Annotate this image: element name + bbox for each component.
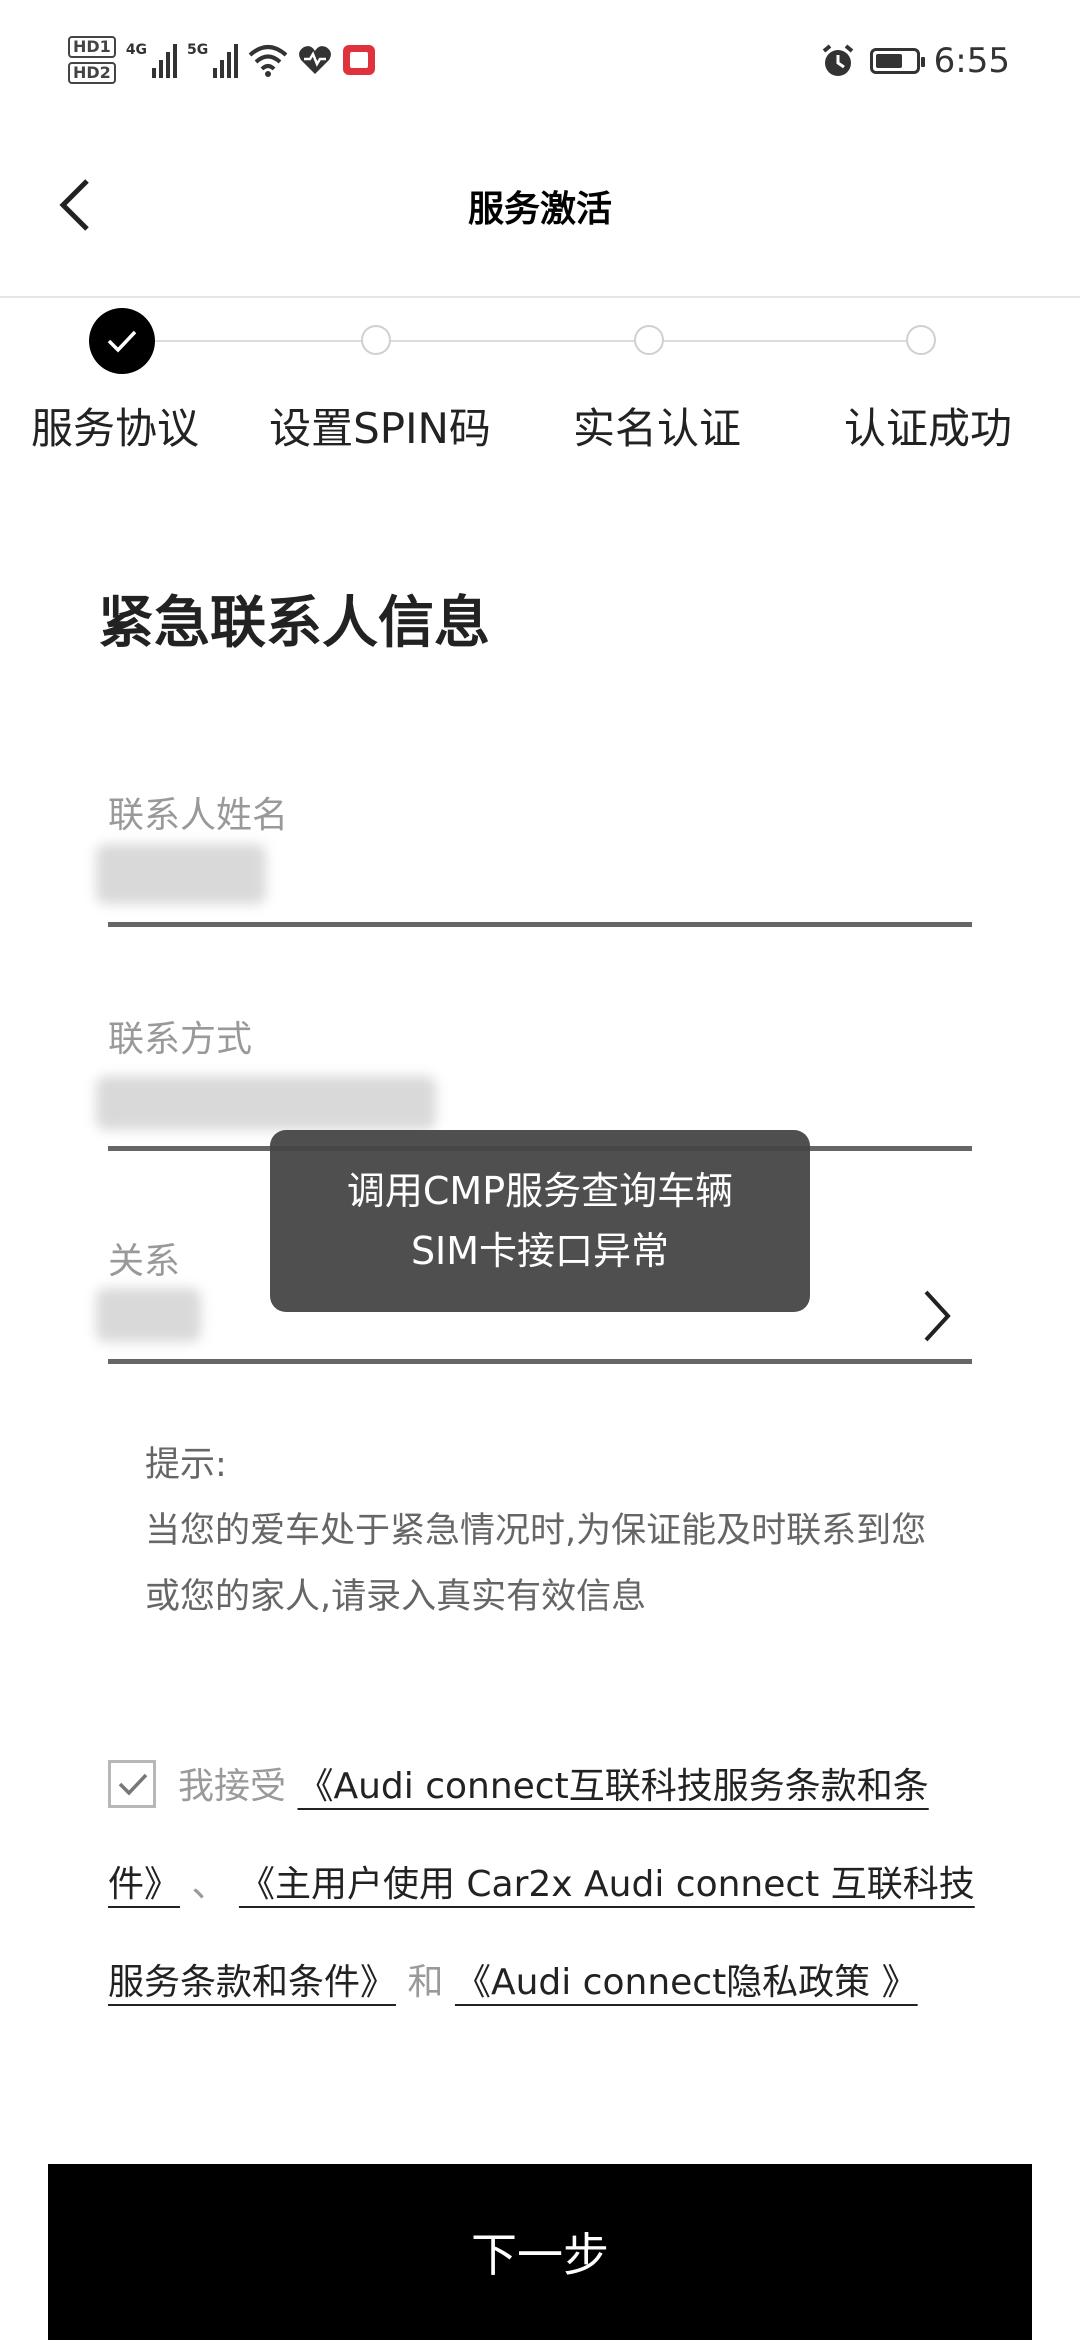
toast-line-2: SIM卡接口异常 [410,1229,670,1273]
step-label-2: 设置SPIN码 [269,404,491,453]
hd1-badge: HD1 [68,36,116,58]
contact-name-input[interactable] [96,830,266,922]
chevron-right-icon [924,1290,951,1342]
check-icon [107,330,137,353]
contact-name-underline [108,922,972,927]
battery-icon [869,48,925,74]
signal-2-icon: 5G [187,42,239,78]
tips-heading: 提示: [145,1445,227,1485]
status-time: 6:55 [933,41,1010,81]
section-title: 紧急联系人信息 [98,591,490,656]
page-title: 服务激活 [467,189,612,230]
status-left: HD1 HD2 4G 5G [68,30,376,90]
agree-checkbox[interactable] [108,1760,156,1808]
error-toast: 调用CMP服务查询车辆 SIM卡接口异常 [270,1130,810,1312]
step-label-1: 服务协议 [30,404,199,453]
step-1-done-indicator [89,308,155,374]
notification-icon [343,45,376,75]
wifi-icon [248,45,288,77]
redacted-value [96,844,266,904]
alarm-icon [822,44,853,76]
signal-1-icon: 4G [126,42,178,78]
contact-phone-label: 联系方式 [108,1019,253,1060]
hd-indicators: HD1 HD2 [68,36,116,84]
tips-body: 当您的爱车处于紧急情况时,为保证能及时联系到您或您的家人,请录入真实有效信息 [145,1511,927,1617]
check-icon [118,1773,148,1796]
step-label-3: 实名认证 [572,404,741,453]
status-bar: HD1 HD2 4G 5G 6:55 [0,0,1080,120]
next-step-button[interactable]: 下一步 [48,2164,1032,2340]
step-2-indicator [361,325,391,355]
step-label-4: 认证成功 [843,404,1012,453]
privacy-policy-link[interactable]: 《Audi connect隐私政策 》 [455,1962,918,2003]
nav-header: 服务激活 [0,120,1080,298]
accept-text: 我接受 [178,1766,287,1807]
redacted-value [96,1076,436,1130]
stepper-line [155,340,920,342]
step-4-indicator [906,325,936,355]
toast-line-1: 调用CMP服务查询车辆 [346,1169,734,1213]
heartbeat-icon [299,46,332,74]
agreement-block: 我接受 《Audi connect互联科技服务条款和条件》 、 《主用户使用 C… [108,1738,988,2032]
relationship-underline [108,1359,972,1364]
step-3-indicator [634,325,664,355]
redacted-value [96,1288,201,1342]
status-right: 6:55 [820,34,1010,88]
tips-block: 提示: 当您的爱车处于紧急情况时,为保证能及时联系到您或您的家人,请录入真实有效… [145,1432,945,1630]
separator-text: 、 [191,1864,228,1905]
hd2-badge: HD2 [68,62,116,84]
and-text: 和 [407,1962,444,2003]
